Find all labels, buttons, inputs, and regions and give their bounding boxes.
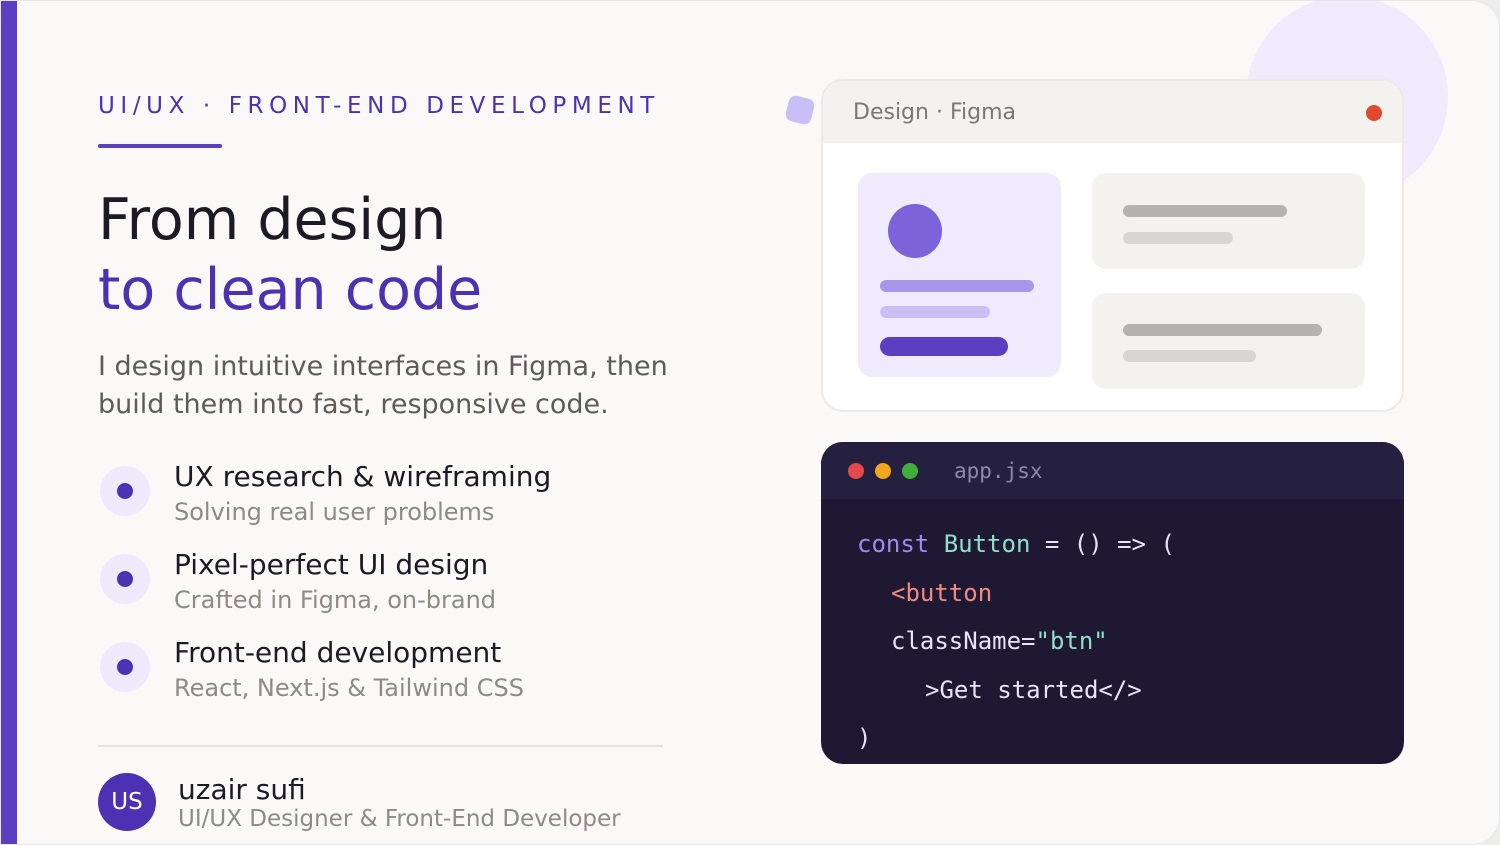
feature-item-ui-design: Pixel-perfect UI design Crafted in Figma…: [100, 548, 740, 618]
mockup-button-placeholder: [880, 337, 1008, 356]
code-string: "btn": [1035, 627, 1108, 655]
eyebrow-label: UI/UX · FRONT-END DEVELOPMENT: [98, 93, 660, 119]
code-line-1: const Button = () => (: [857, 530, 1175, 558]
author-name: uzair sufi: [178, 773, 306, 806]
feature-item-front-end: Front-end development React, Next.js & T…: [100, 636, 740, 706]
code-filename: app.jsx: [954, 459, 1043, 483]
mockup-text-line: [1123, 324, 1322, 336]
mockup-text-line: [880, 280, 1034, 292]
mockup-content-card: [1092, 173, 1365, 269]
code-editor-window: app.jsx const Button = () => ( <button c…: [821, 442, 1404, 764]
accent-bar: [1, 1, 17, 844]
record-dot-icon: [1366, 105, 1382, 121]
code-text: = () => (: [1030, 530, 1175, 558]
feature-title: Pixel-perfect UI design: [174, 548, 489, 581]
lead-paragraph: I design intuitive interfaces in Figma, …: [98, 351, 668, 420]
mockup-text-line: [1123, 232, 1233, 244]
mockup-text-line: [880, 306, 990, 318]
avatar: US: [98, 773, 156, 831]
code-line-4: >Get started</>: [925, 676, 1142, 704]
feature-subtitle: React, Next.js & Tailwind CSS: [174, 674, 524, 702]
code-line-5: ): [857, 724, 871, 752]
minimize-dot-icon: [875, 463, 891, 479]
feature-item-ux-research: UX research & wireframing Solving real u…: [100, 460, 740, 530]
feature-subtitle: Solving real user problems: [174, 498, 495, 526]
mockup-content-card: [1092, 293, 1365, 389]
design-window-header: Design · Figma: [823, 81, 1402, 143]
code-line-2: <button: [891, 579, 992, 607]
code-text: >Get started</>: [925, 676, 1142, 704]
code-keyword: const: [857, 530, 930, 558]
code-line-3: className="btn": [891, 627, 1108, 655]
slide-card: UI/UX · FRONT-END DEVELOPMENT From desig…: [0, 0, 1500, 845]
code-window-header: app.jsx: [821, 442, 1404, 499]
decorative-square: [784, 94, 816, 126]
mockup-profile-card: [858, 173, 1061, 377]
mockup-avatar-placeholder: [888, 204, 942, 258]
bullet-dot-icon: [100, 466, 150, 516]
code-identifier: Button: [943, 530, 1031, 558]
divider: [98, 745, 663, 747]
code-attribute: className=: [891, 627, 1036, 655]
mockup-text-line: [1123, 205, 1287, 217]
feature-title: Front-end development: [174, 636, 502, 669]
code-tag: <button: [891, 579, 993, 607]
mockup-text-line: [1123, 350, 1256, 362]
maximize-dot-icon: [902, 463, 918, 479]
eyebrow-underline: [98, 144, 222, 148]
close-dot-icon: [848, 463, 864, 479]
design-window-title: Design · Figma: [853, 100, 1016, 125]
design-mockup-window: Design · Figma: [821, 79, 1404, 412]
headline-line-2: to clean code: [98, 257, 483, 323]
feature-title: UX research & wireframing: [174, 460, 552, 493]
feature-subtitle: Crafted in Figma, on-brand: [174, 586, 497, 614]
code-text: ): [857, 724, 872, 752]
author-role: UI/UX Designer & Front-End Developer: [178, 806, 621, 832]
headline-line-1: From design: [98, 187, 447, 253]
bullet-dot-icon: [100, 554, 150, 604]
bullet-dot-icon: [100, 642, 150, 692]
